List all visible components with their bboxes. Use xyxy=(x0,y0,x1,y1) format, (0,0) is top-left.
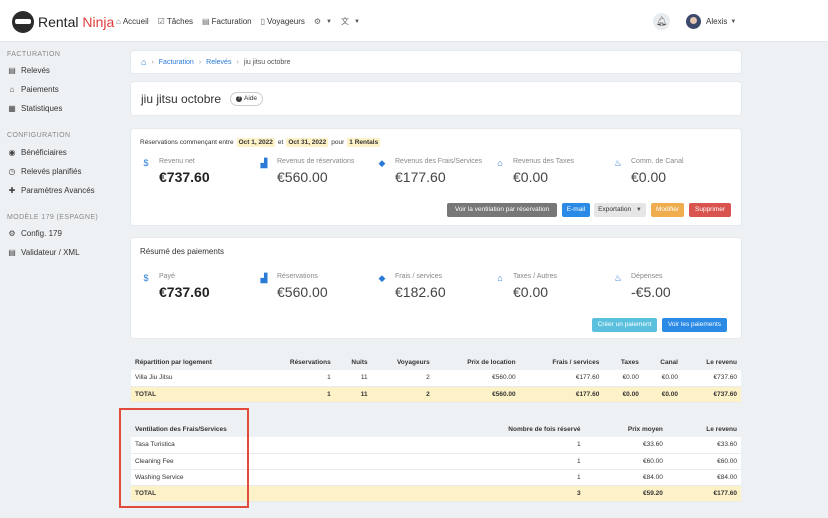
gear-icon: ⚙ xyxy=(313,17,322,26)
tag-icon: ◆ xyxy=(378,273,386,283)
translate-icon: 文 xyxy=(340,17,349,26)
nav-taches[interactable]: ☑ Tâches xyxy=(158,17,193,26)
caret-down-icon: ▼ xyxy=(730,18,737,25)
payments-icon: ⌂ xyxy=(9,85,15,94)
puzzle-icon: ✚ xyxy=(8,186,16,195)
breakdown-by-reservation-button[interactable]: Voir la ventilation par réservation xyxy=(447,203,557,217)
sidebar-item-paiements[interactable]: ⌂ Paiements xyxy=(7,85,59,94)
breadcrumb-facturation[interactable]: Facturation xyxy=(159,59,194,66)
table-header-row: Répartition par logement Réservations Nu… xyxy=(131,354,741,370)
sidebar-item-parametres-avances[interactable]: ✚ Paramètres Avancés xyxy=(7,186,95,195)
statements-icon: ▤ xyxy=(8,66,16,75)
breadcrumb-panel: ⌂ › Facturation › Relevés › jiu jitsu oc… xyxy=(131,51,741,73)
summary-panel: Réservations commençant entre Oct 1, 202… xyxy=(131,129,741,225)
travelers-icon: ▯ xyxy=(260,17,266,26)
home-icon[interactable]: ⌂ xyxy=(141,57,146,67)
date-to: Oct 31, 2022 xyxy=(286,138,329,147)
caret-down-icon: ▼ xyxy=(326,18,332,25)
question-icon: ? xyxy=(236,96,242,102)
bell-icon[interactable]: 🔔︎ xyxy=(653,13,670,30)
payments-title: Résumé des paiements xyxy=(140,247,225,256)
rental-ninja-logo[interactable]: Rental Ninja xyxy=(12,11,114,33)
table-row: Tasa Turistica 1 €33.60 €33.60 xyxy=(131,437,741,454)
main-nav: ⌂ Accueil ☑ Tâches ▤ Facturation ▯ Voyageurs… xyxy=(116,16,369,27)
sidebar-item-config-179[interactable]: ⚙ Config. 179 xyxy=(7,229,62,238)
brand-name: Rental Ninja xyxy=(38,14,115,30)
nav-accueil[interactable]: ⌂ Accueil xyxy=(116,17,149,26)
title-panel: jiu jitsu octobre ? Aide xyxy=(131,82,741,115)
sidebar-item-statistiques[interactable]: ▦ Statistiques xyxy=(7,104,62,113)
invoice-icon: ▤ xyxy=(202,17,210,26)
ninja-logo-icon xyxy=(12,11,34,33)
stats-icon: ▦ xyxy=(8,104,16,113)
sidebar-item-beneficiaires[interactable]: ◉ Bénéficiaires xyxy=(7,148,67,157)
bank-icon: ⌂ xyxy=(497,273,503,283)
sidebar-section-modele-179: MODÈLE 179 (ESPAGNE) xyxy=(7,214,99,221)
payments-panel: Résumé des paiements $ Payé €737.60 ▟ Ré… xyxy=(131,238,741,338)
fire-icon: ♨ xyxy=(613,158,623,168)
dollar-icon: $ xyxy=(143,158,149,168)
export-dropdown[interactable]: Exportation ▼ xyxy=(594,203,646,217)
nav-voyageurs[interactable]: ▯ Voyageurs xyxy=(261,17,305,26)
table-header-row: Ventilation des Frais/Services Nombre de… xyxy=(131,421,741,437)
table-row: Villa Jiu Jitsu 1 11 2 €560.00 €177.60 €… xyxy=(131,370,741,387)
fees-breakdown-table: Ventilation des Frais/Services Nombre de… xyxy=(131,421,741,502)
table-row: Washing Service 1 €84.00 €84.00 xyxy=(131,469,741,486)
sidebar-section-facturation: FACTURATION xyxy=(7,51,61,58)
create-payment-button[interactable]: Créer un paiement xyxy=(592,318,657,332)
avatar xyxy=(686,14,701,29)
sidebar: FACTURATION ▤ Relevés ⌂ Paiements ▦ Statist… xyxy=(0,42,120,518)
scheduled-icon: ◷ xyxy=(8,167,16,176)
table-total-row: TOTAL 3 €59.20 €177.60 xyxy=(131,485,741,502)
beneficiaries-icon: ◉ xyxy=(8,148,16,157)
email-button[interactable]: E-mail xyxy=(562,203,590,217)
validator-icon: ▤ xyxy=(8,248,16,257)
sidebar-section-configuration: CONFIGURATION xyxy=(7,132,71,139)
bank-icon: ⌂ xyxy=(497,158,503,168)
user-name: Alexis xyxy=(706,17,728,26)
lodging-breakdown-table: Répartition par logement Réservations Nu… xyxy=(131,354,741,403)
building-icon: ▟ xyxy=(260,158,268,168)
date-from: Oct 1, 2022 xyxy=(236,138,275,147)
rentals-count: 1 Rentals xyxy=(347,138,381,147)
view-payments-button[interactable]: Voir les paiements xyxy=(662,318,727,332)
table-row: Cleaning Fee 1 €60.00 €60.00 xyxy=(131,453,741,470)
nav-facturation[interactable]: ▤ Facturation xyxy=(202,17,252,26)
breadcrumb: ⌂ › Facturation › Relevés › jiu jitsu oc… xyxy=(141,57,291,67)
sidebar-item-releves[interactable]: ▤ Relevés xyxy=(7,66,50,75)
caret-down-icon: ▼ xyxy=(635,207,642,213)
fire-icon: ♨ xyxy=(613,273,623,283)
tag-icon: ◆ xyxy=(378,158,386,168)
tasks-icon: ☑ xyxy=(157,17,165,26)
building-icon: ▟ xyxy=(260,273,268,283)
period-description: Réservations commençant entre Oct 1, 202… xyxy=(140,138,381,147)
breadcrumb-releves[interactable]: Relevés xyxy=(206,59,231,66)
sidebar-item-releves-planifies[interactable]: ◷ Relevés planifiés xyxy=(7,167,82,176)
caret-down-icon: ▼ xyxy=(353,18,360,25)
page-title: jiu jitsu octobre xyxy=(141,92,222,106)
top-navbar: Rental Ninja ⌂ Accueil ☑ Tâches ▤ Facturati… xyxy=(0,0,828,42)
sidebar-item-validateur-xml[interactable]: ▤ Validateur / XML xyxy=(7,248,79,257)
gear-icon: ⚙ xyxy=(8,229,16,238)
dollar-icon: $ xyxy=(143,273,149,283)
edit-button[interactable]: Modifier xyxy=(651,203,684,217)
user-menu[interactable]: Alexis ▼ xyxy=(686,14,736,29)
table-total-row: TOTAL 1 11 2 €560.00 €177.60 €0.00 €0.00… xyxy=(131,386,741,403)
delete-button[interactable]: Supprimer xyxy=(689,203,731,217)
nav-language-dropdown[interactable]: 文 ▼ xyxy=(341,16,360,27)
help-button[interactable]: ? Aide xyxy=(230,92,264,106)
nav-settings-dropdown[interactable]: ⚙ ▼ xyxy=(314,17,332,26)
breadcrumb-current: jiu jitsu octobre xyxy=(243,58,291,66)
home-icon: ⌂ xyxy=(116,17,121,26)
